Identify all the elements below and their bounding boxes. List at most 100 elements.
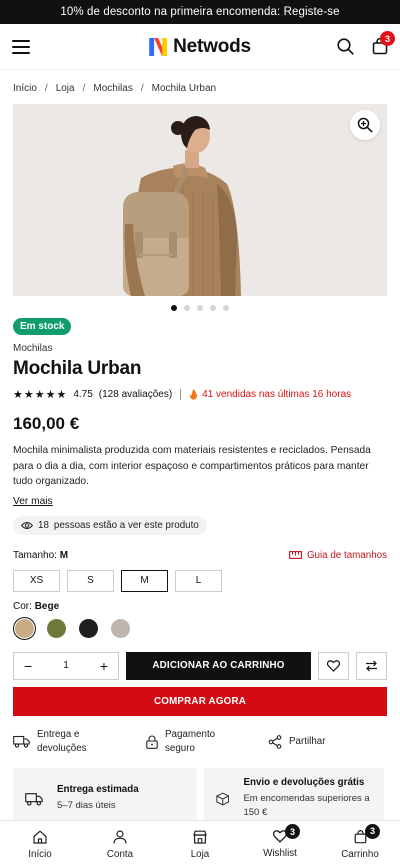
stock-badge: Em stock <box>13 318 72 335</box>
estimated-delivery-value: 5–7 dias úteis <box>57 800 116 811</box>
breadcrumb-separator: / <box>140 82 144 94</box>
cart-nav-count-badge: 3 <box>365 823 380 839</box>
size-guide-link[interactable]: Guia de tamanhos <box>288 549 387 561</box>
size-options: XS S M L <box>13 569 387 592</box>
share-text: Partilhar <box>289 735 326 747</box>
nav-item-wishlist[interactable]: 3 Wishlist <box>250 824 310 859</box>
product-category[interactable]: Mochilas <box>13 343 387 354</box>
read-more-link[interactable]: Ver mais <box>13 496 53 507</box>
eye-icon <box>21 521 33 529</box>
menu-icon[interactable] <box>12 39 30 54</box>
nav-label: Carrinho <box>341 848 379 860</box>
breadcrumb-current: Mochila Urban <box>151 82 217 94</box>
add-to-cart-button[interactable]: ADICIONAR AO CARRINHO <box>126 651 311 680</box>
fire-icon <box>190 389 198 400</box>
size-option-m[interactable]: M <box>121 569 168 592</box>
nav-item-account[interactable]: Conta <box>90 829 150 860</box>
secure-payment-link[interactable]: Pagamento seguro <box>146 728 268 756</box>
cart-button[interactable]: 3 <box>372 31 395 55</box>
product-photo <box>13 104 387 296</box>
color-swatch-black[interactable] <box>77 617 100 640</box>
user-icon <box>113 829 127 843</box>
decrease-qty-button[interactable]: − <box>24 658 32 674</box>
compare-button[interactable] <box>356 651 387 680</box>
product-title: Mochila Urban <box>13 358 142 379</box>
rating-value: 4.75 <box>73 389 93 400</box>
free-shipping-value: Em encomendas superiores a 150 € <box>243 793 370 818</box>
ruler-icon <box>288 551 302 559</box>
breadcrumb-shop[interactable]: Loja <box>56 83 75 94</box>
heart-icon <box>327 659 340 672</box>
box-icon <box>216 792 230 805</box>
wishlist-count-badge: 3 <box>285 824 300 839</box>
search-icon[interactable] <box>337 38 354 55</box>
wishlist-button[interactable] <box>318 651 349 680</box>
color-header: Cor: Bege <box>13 601 387 612</box>
divider <box>180 389 182 400</box>
compare-icon <box>366 660 377 671</box>
nav-item-cart[interactable]: 3 Carrinho <box>330 823 390 860</box>
home-icon <box>33 829 47 844</box>
nav-label: Início <box>28 848 52 860</box>
quantity-stepper: − 1 + <box>13 651 119 680</box>
sold-count: 41 vendidas nas últimas 16 horas <box>189 389 351 400</box>
buy-now-button[interactable]: COMPRAR AGORA <box>13 686 387 716</box>
color-swatch-olive[interactable] <box>45 617 68 640</box>
cart-count-badge: 3 <box>380 31 395 46</box>
size-option-xs[interactable]: XS <box>13 569 60 592</box>
lock-icon <box>146 735 158 749</box>
gallery-dot[interactable] <box>210 305 216 311</box>
product-image[interactable] <box>13 104 387 296</box>
breadcrumb-separator: / <box>82 82 86 94</box>
gallery-dot[interactable] <box>223 305 229 311</box>
gallery-dot[interactable] <box>171 305 177 311</box>
breadcrumb: Início / Loja / Mochilas / Mochila Urban <box>0 72 400 104</box>
feature-links: Entrega e devoluções Pagamento seguro Pa… <box>13 726 387 758</box>
nav-label: Loja <box>190 848 210 860</box>
logo-mark-icon <box>149 37 168 56</box>
bottom-navigation: Início Conta Loja 3 Wishlist 3 Carrinho <box>0 820 400 868</box>
share-icon <box>268 734 282 749</box>
color-swatch-beige[interactable] <box>13 616 36 640</box>
color-swatch-grey[interactable] <box>109 617 132 640</box>
breadcrumb-category[interactable]: Mochilas <box>93 83 132 94</box>
nav-label: Wishlist <box>263 848 297 859</box>
size-label: Tamanho: <box>13 549 57 561</box>
secure-payment-text: Pagamento seguro <box>165 728 216 754</box>
promo-text: 10% de desconto na primeira encomenda: R… <box>60 6 340 18</box>
gallery-dot[interactable] <box>197 305 203 311</box>
product-price: 160,00 € <box>13 414 80 433</box>
delivery-returns-link[interactable]: Entrega e devoluções <box>13 728 146 756</box>
nav-item-home[interactable]: Início <box>10 829 70 860</box>
increase-qty-button[interactable]: + <box>100 658 108 674</box>
share-link[interactable]: Partilhar <box>268 734 326 749</box>
brand-logo[interactable]: Netwods <box>149 36 251 58</box>
truck-icon <box>25 792 43 806</box>
product-info: Em stock Mochilas Mochila Urban ★★★★★ 4.… <box>0 311 400 830</box>
star-rating-icon: ★★★★★ <box>13 389 68 401</box>
promo-banner[interactable]: 10% de desconto na primeira encomenda: R… <box>0 0 400 24</box>
product-description: Mochila minimalista produzida com materi… <box>13 445 371 487</box>
size-option-s[interactable]: S <box>67 569 114 592</box>
size-guide-text: Guia de tamanhos <box>306 549 387 561</box>
reviews-count-link[interactable]: (128 avaliações) <box>99 389 172 400</box>
size-label-group: Tamanho: M <box>13 550 68 561</box>
color-selected-value: Bege <box>34 600 60 612</box>
nav-label: Conta <box>106 848 134 860</box>
color-label: Cor: <box>13 600 32 612</box>
size-option-l[interactable]: L <box>175 569 222 592</box>
zoom-in-icon <box>357 117 373 133</box>
brand-name: Netwods <box>173 35 251 57</box>
viewers-text: pessoas estão a ver este produto <box>53 519 199 531</box>
purchase-row: − 1 + ADICIONAR AO CARRINHO <box>13 651 387 680</box>
nav-item-shop[interactable]: Loja <box>170 830 230 860</box>
zoom-button[interactable] <box>350 110 380 140</box>
quantity-value[interactable]: 1 <box>63 660 69 671</box>
rating-row: ★★★★★ 4.75 (128 avaliações) 41 vendidas … <box>13 388 387 401</box>
gallery-dot[interactable] <box>184 305 190 311</box>
truck-icon <box>13 735 30 748</box>
sold-text: 41 vendidas nas últimas 16 horas <box>202 389 352 400</box>
breadcrumb-separator: / <box>44 82 48 94</box>
breadcrumb-home[interactable]: Início <box>13 83 37 94</box>
store-icon <box>193 830 207 844</box>
